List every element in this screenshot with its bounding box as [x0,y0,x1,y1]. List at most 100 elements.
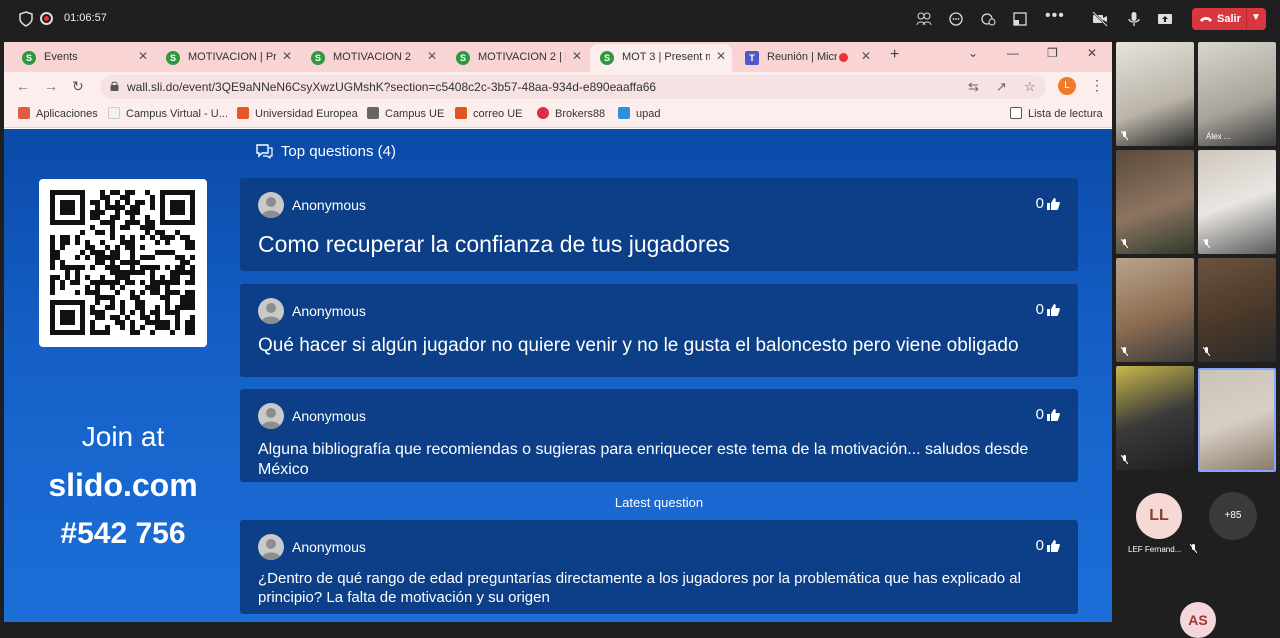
tab-label: MOTIVACION 2 | Pr [478,51,566,63]
bookmark-correo-ue[interactable]: correo UE [455,107,523,120]
translate-icon[interactable]: ⇆ [968,79,979,95]
lock-icon[interactable] [110,81,119,91]
event-code: #542 756 [60,517,186,550]
meeting-toolbar: 01:06:57 ••• Salir ▼ [0,0,1280,38]
participant-avatar[interactable]: LL [1136,493,1182,539]
star-icon[interactable]: ☆ [1024,79,1036,95]
slido-favicon-icon: S [22,51,36,65]
muted-mic-icon [1121,455,1128,464]
qr-code-graphic [50,190,195,335]
tab-search-icon[interactable]: ⌄ [968,46,978,60]
muted-mic-icon [1121,239,1128,248]
muted-mic-icon [1121,347,1128,356]
close-icon[interactable]: ✕ [572,49,582,63]
tab-strip: S Events ✕ S MOTIVACION | Pre ✕ S MOTIVA… [4,42,1112,72]
share-screen-icon[interactable] [1157,11,1173,27]
participant-avatar[interactable]: AS [1180,602,1216,638]
anonymous-avatar-icon [258,192,284,218]
participant-video-tile-active[interactable] [1198,368,1276,472]
like-count[interactable]: 0 [1036,537,1060,554]
tab-mot-3-active[interactable]: S MOT 3 | Present m ✕ [590,44,732,72]
latest-question-heading: Latest question [614,495,704,510]
browser-menu-icon[interactable]: ⋮ [1090,77,1104,94]
forward-icon[interactable]: → [44,78,58,94]
like-count[interactable]: 0 [1036,406,1060,423]
reading-list[interactable]: Lista de lectura [1010,107,1103,120]
recording-icon [40,12,53,25]
bookmark-brokers88[interactable]: Brokers88 [537,107,605,120]
participant-video-tile[interactable] [1198,150,1276,254]
leave-button[interactable]: Salir ▼ [1192,8,1266,30]
question-card: Anonymous 0 Alguna bibliografía que reco… [240,389,1078,482]
participant-video-tile[interactable] [1116,150,1194,254]
muted-mic-icon [1121,131,1128,140]
qr-code [39,179,207,347]
bookmark-universidad-europea[interactable]: Universidad Europea [237,107,358,120]
slido-favicon-icon: S [166,51,180,65]
profile-avatar[interactable]: L [1058,77,1076,95]
thumbs-up-icon [1047,304,1060,316]
new-tab-button[interactable]: + [890,46,899,64]
bookmark-favicon-icon [108,107,120,119]
more-options-icon[interactable]: ••• [1045,7,1065,25]
question-text: Qué hacer si algún jugador no quiere ven… [258,335,1019,356]
latest-question-card: Anonymous 0 ¿Dentro de qué rango de edad… [240,520,1078,614]
reactions-icon[interactable] [980,11,996,27]
slido-favicon-icon: S [456,51,470,65]
participant-name: LEF Fernand... [1128,543,1197,554]
question-author: Anonymous [292,197,366,213]
bookmark-favicon-icon [237,107,249,119]
slido-favicon-icon: S [311,51,325,65]
like-count[interactable]: 0 [1036,301,1060,318]
rooms-icon[interactable] [1012,11,1028,27]
chevron-down-icon[interactable]: ▼ [1251,12,1261,23]
bookmark-favicon-icon [367,107,379,119]
close-icon[interactable]: ✕ [716,49,726,63]
participant-video-tile[interactable] [1116,42,1194,146]
share-icon[interactable]: ↗ [996,79,1007,95]
close-icon[interactable]: ✕ [282,49,292,63]
tab-label: Events [44,51,78,63]
more-participants-button[interactable]: +85 [1209,492,1257,540]
url-field[interactable]: wall.sli.do/event/3QE9aNNeN6CsyXwzUGMshK… [100,75,1046,99]
microphone-icon[interactable] [1126,11,1142,27]
address-bar: ← → ↻ wall.sli.do/event/3QE9aNNeN6CsyXwz… [4,72,1112,102]
slido-wall: Join at slido.com #542 756 Top questions… [4,129,1112,622]
camera-off-icon[interactable] [1092,11,1108,27]
questions-icon [256,144,273,160]
chat-icon[interactable] [948,11,964,27]
teams-favicon-icon: T [745,51,759,65]
question-card: Anonymous 0 Como recuperar la confianza … [240,178,1078,271]
tab-label: Reunión | Micr [767,51,837,63]
reload-icon[interactable]: ↻ [72,78,84,95]
participant-video-tile[interactable]: Álex ... [1198,42,1276,146]
participant-video-tile[interactable] [1116,258,1194,362]
restore-icon[interactable]: ❐ [1047,46,1058,60]
browser-window: S Events ✕ S MOTIVACION | Pre ✕ S MOTIVA… [4,42,1112,622]
tab-motivacion-2[interactable]: S MOTIVACION 2 ✕ [301,44,443,72]
anonymous-avatar-icon [258,298,284,324]
bookmark-aplicaciones[interactable]: Aplicaciones [18,107,98,120]
participant-video-tile[interactable] [1116,366,1194,470]
tab-motivacion-2-present[interactable]: S MOTIVACION 2 | Pr ✕ [446,44,588,72]
back-icon[interactable]: ← [16,78,30,94]
tab-events[interactable]: S Events ✕ [12,44,154,72]
close-icon[interactable]: ✕ [427,49,437,63]
minimize-icon[interactable]: — [1007,46,1019,60]
tab-motivacion-1[interactable]: S MOTIVACION | Pre ✕ [156,44,298,72]
bookmark-campus-ue[interactable]: Campus UE [367,107,444,120]
muted-mic-icon [1203,239,1210,248]
question-text: Alguna bibliografía que recomiendas o su… [258,441,1029,478]
close-icon[interactable]: ✕ [138,49,148,63]
tab-label: MOTIVACION 2 [333,51,412,63]
participant-video-tile[interactable] [1198,258,1276,362]
bookmark-campus-virtual[interactable]: Campus Virtual - U... [108,107,228,120]
tab-reunion-teams[interactable]: T Reunión | Micr ✕ [735,44,881,72]
window-close-icon[interactable]: ✕ [1087,46,1097,60]
people-icon[interactable] [916,11,932,27]
like-count[interactable]: 0 [1036,195,1060,212]
thumbs-up-icon [1047,198,1060,210]
close-icon[interactable]: ✕ [861,49,871,63]
bookmark-upad[interactable]: upad [618,107,660,120]
thumbs-up-icon [1047,409,1060,421]
